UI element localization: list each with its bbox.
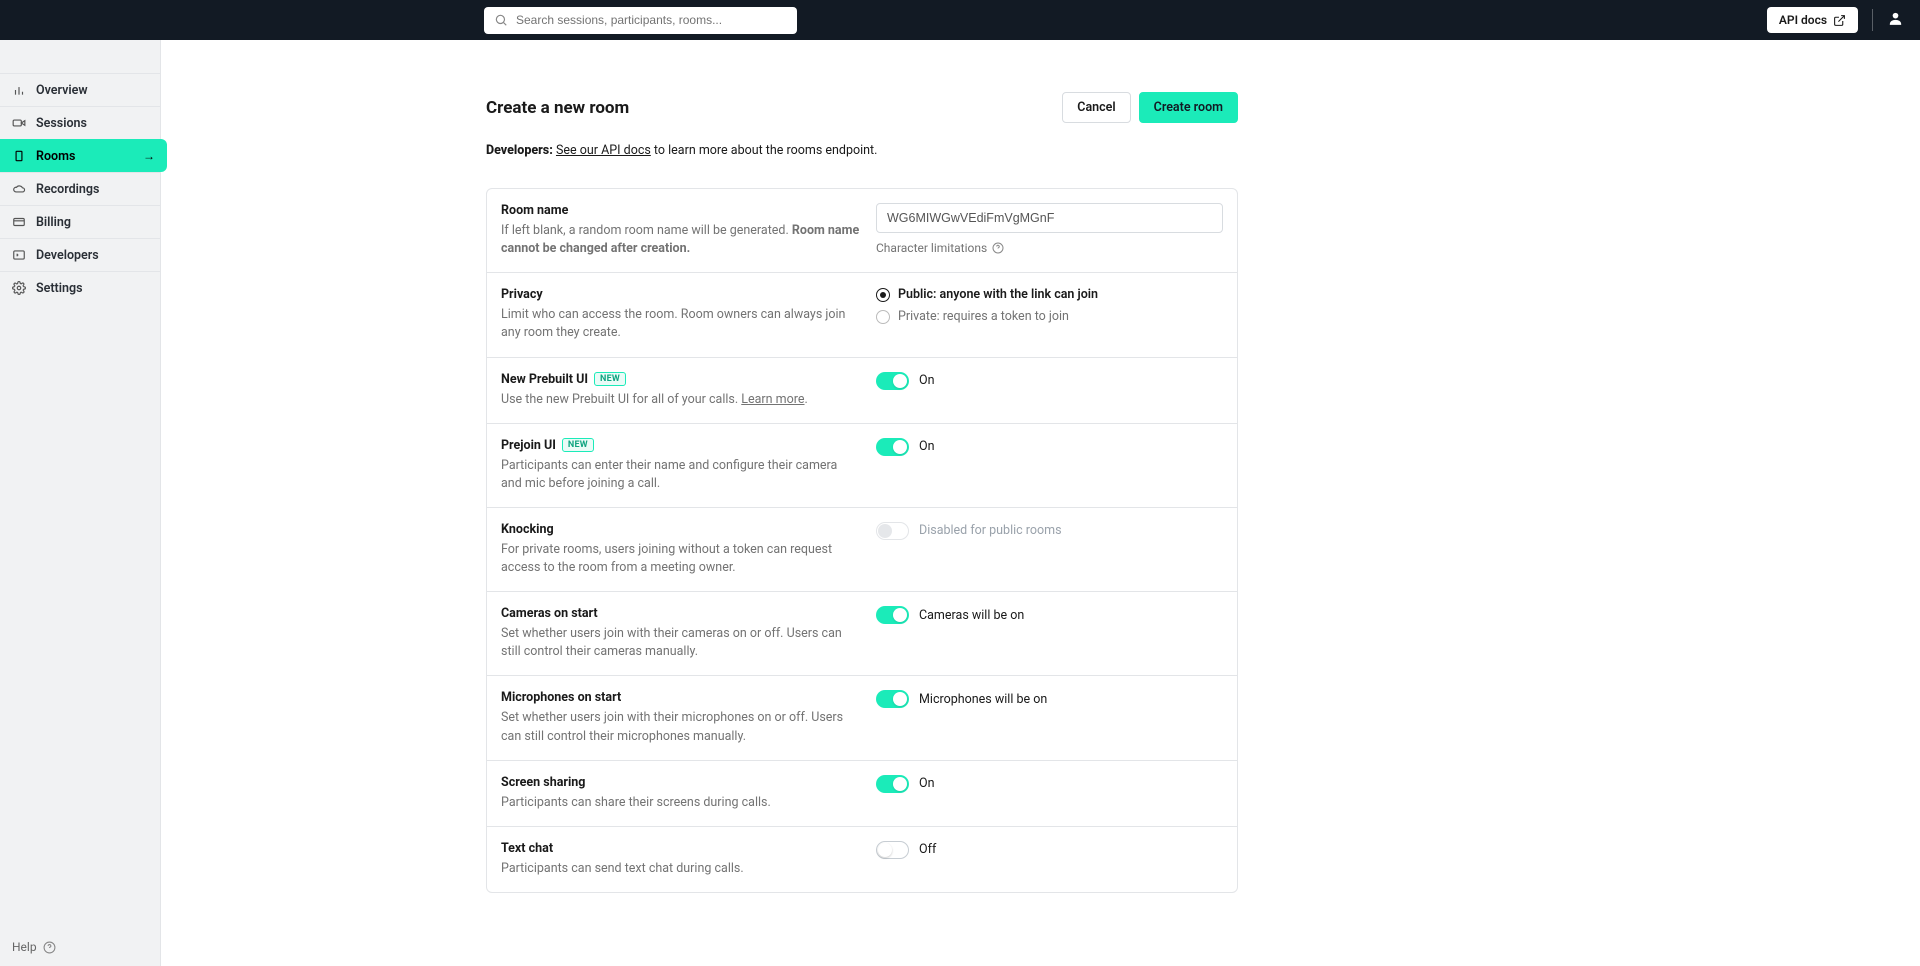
radio-label: Public: anyone with the link can join (898, 287, 1098, 302)
row-desc: Set whether users join with their camera… (501, 625, 860, 661)
row-desc: Limit who can access the room. Room owne… (501, 306, 860, 342)
row-desc: Participants can share their screens dur… (501, 794, 860, 812)
prebuilt-toggle[interactable] (876, 372, 909, 390)
see-api-docs-link[interactable]: See our API docs (556, 143, 651, 158)
main: Create a new room Cancel Create room Dev… (161, 40, 1920, 966)
learn-more-link[interactable]: Learn more (741, 392, 804, 407)
toggle-label: On (919, 373, 935, 388)
developers-note: Developers: See our API docs to learn mo… (486, 143, 1238, 158)
row-title: Knocking (501, 522, 860, 537)
info-icon (992, 242, 1004, 254)
search-input[interactable] (516, 13, 787, 27)
microphones-toggle[interactable] (876, 690, 909, 708)
toggle-label: Off (919, 842, 936, 857)
avatar-button[interactable] (1887, 10, 1904, 31)
row-title: New Prebuilt UI NEW (501, 372, 860, 387)
row-prejoin-ui: Prejoin UI NEW Participants can enter th… (487, 424, 1237, 508)
privacy-public-radio[interactable]: Public: anyone with the link can join (876, 287, 1223, 302)
row-knocking: Knocking For private rooms, users joinin… (487, 508, 1237, 592)
help-icon (43, 941, 56, 954)
toggle-label: Disabled for public rooms (919, 523, 1062, 538)
sidebar-item-label: Rooms (36, 149, 75, 164)
sidebar-item-label: Billing (36, 215, 71, 230)
row-privacy: Privacy Limit who can access the room. R… (487, 273, 1237, 357)
row-title: Cameras on start (501, 606, 860, 621)
row-desc: For private rooms, users joining without… (501, 541, 860, 577)
row-room-name: Room name If left blank, a random room n… (487, 189, 1237, 273)
sidebar-item-label: Overview (36, 83, 88, 98)
sidebar-item-overview[interactable]: Overview (0, 73, 160, 106)
create-room-button[interactable]: Create room (1139, 92, 1238, 123)
new-badge: NEW (562, 438, 594, 452)
search-icon (494, 13, 508, 27)
user-icon (1887, 10, 1904, 27)
row-title: Room name (501, 203, 860, 218)
row-desc: Set whether users join with their microp… (501, 709, 860, 745)
character-limitations-hint[interactable]: Character limitations (876, 241, 1223, 255)
toggle-label: On (919, 776, 935, 791)
sidebar-item-rooms[interactable]: Rooms → (0, 139, 167, 172)
sidebar-item-recordings[interactable]: Recordings (0, 172, 160, 205)
room-name-input[interactable] (876, 203, 1223, 233)
row-desc: Participants can send text chat during c… (501, 860, 860, 878)
topbar: API docs (0, 0, 1920, 40)
prejoin-toggle[interactable] (876, 438, 909, 456)
screen-sharing-toggle[interactable] (876, 775, 909, 793)
card-icon (12, 215, 26, 229)
sidebar: Overview Sessions Rooms → Recordings Bil… (0, 40, 161, 966)
row-title: Privacy (501, 287, 860, 302)
cloud-icon (12, 182, 26, 196)
radio-icon (876, 288, 890, 302)
radio-icon (876, 310, 890, 324)
row-title: Text chat (501, 841, 860, 856)
row-desc: Participants can enter their name and co… (501, 457, 860, 493)
row-cameras: Cameras on start Set whether users join … (487, 592, 1237, 676)
row-title: Prejoin UI NEW (501, 438, 860, 453)
help-label: Help (12, 940, 37, 954)
api-docs-button[interactable]: API docs (1767, 7, 1858, 33)
sidebar-item-label: Recordings (36, 182, 99, 197)
row-title: Screen sharing (501, 775, 860, 790)
cancel-button[interactable]: Cancel (1062, 92, 1130, 123)
row-microphones: Microphones on start Set whether users j… (487, 676, 1237, 760)
gear-icon (12, 281, 26, 295)
row-prebuilt-ui: New Prebuilt UI NEW Use the new Prebuilt… (487, 358, 1237, 424)
text-chat-toggle[interactable] (876, 841, 909, 859)
search-box[interactable] (484, 7, 797, 34)
sidebar-item-label: Developers (36, 248, 99, 263)
toggle-label: Microphones will be on (919, 692, 1047, 707)
api-docs-label: API docs (1779, 13, 1827, 27)
page-title: Create a new room (486, 98, 629, 118)
row-desc: Use the new Prebuilt UI for all of your … (501, 391, 860, 409)
privacy-private-radio[interactable]: Private: requires a token to join (876, 309, 1223, 324)
row-screen-sharing: Screen sharing Participants can share th… (487, 761, 1237, 827)
sidebar-item-settings[interactable]: Settings (0, 271, 160, 304)
row-title: Microphones on start (501, 690, 860, 705)
new-badge: NEW (594, 372, 626, 386)
terminal-icon (12, 248, 26, 262)
external-link-icon (1833, 14, 1846, 27)
sidebar-item-label: Settings (36, 281, 83, 296)
sidebar-item-billing[interactable]: Billing (0, 205, 160, 238)
sidebar-item-label: Sessions (36, 116, 87, 131)
device-icon (12, 149, 26, 163)
video-icon (12, 116, 26, 130)
toggle-label: Cameras will be on (919, 608, 1024, 623)
help-link[interactable]: Help (0, 928, 160, 966)
bar-chart-icon (12, 83, 26, 97)
divider (1872, 9, 1873, 31)
knocking-toggle (876, 522, 909, 540)
row-desc: If left blank, a random room name will b… (501, 222, 860, 258)
arrow-right-icon: → (143, 149, 155, 163)
radio-label: Private: requires a token to join (898, 309, 1069, 324)
cameras-toggle[interactable] (876, 606, 909, 624)
toggle-label: On (919, 439, 935, 454)
row-text-chat: Text chat Participants can send text cha… (487, 827, 1237, 892)
settings-panel: Room name If left blank, a random room n… (486, 188, 1238, 893)
sidebar-item-developers[interactable]: Developers (0, 238, 160, 271)
sidebar-item-sessions[interactable]: Sessions (0, 106, 160, 139)
